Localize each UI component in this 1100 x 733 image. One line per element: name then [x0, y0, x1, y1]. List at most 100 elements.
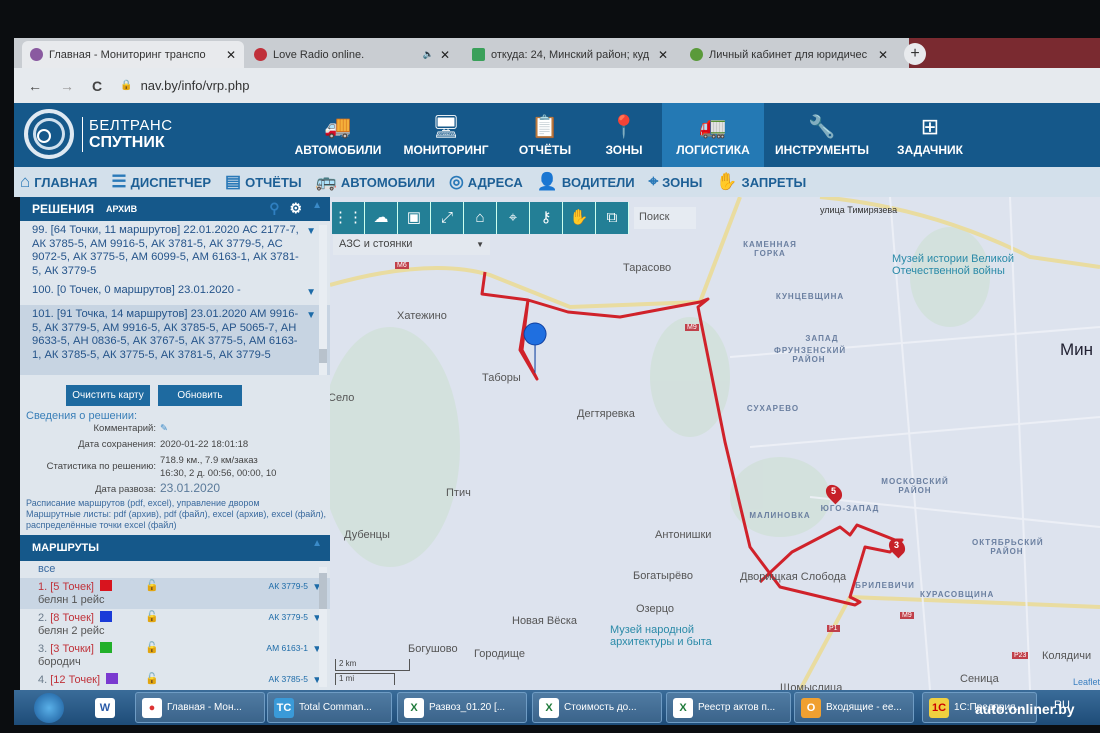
route-color-swatch[interactable]: [99, 580, 112, 591]
subnav-restrictions[interactable]: ✋ ЗАПРЕТЫ: [716, 172, 806, 192]
solution-details: Сведения о решении: Комментарий: ✎ Дата с…: [20, 406, 330, 531]
tab-love-radio[interactable]: Love Radio online. 🔈 ✕: [246, 41, 458, 68]
route-color-swatch[interactable]: [99, 611, 112, 622]
unlock-icon[interactable]: 🔓: [145, 611, 159, 624]
museum-poi[interactable]: Музей истории Великой Отечественной войн…: [892, 253, 1042, 277]
nav-cars[interactable]: 🚚 АВТОМОБИЛИ: [286, 103, 390, 167]
route-item[interactable]: 3. [3 Точки] 🔓 АМ 6163-1 ▼ бородич: [20, 640, 330, 671]
map[interactable]: ⋮⋮ ☁ ▣ ⤢ ⌂ ⌖ ⚷ ✋ ⧉ Поиск АЗС и стоянки ▼ …: [330, 197, 1100, 690]
route-item[interactable]: 4. [12 Точек] 🔓 АК 3785-5 ▼: [20, 671, 330, 689]
chevron-down-icon[interactable]: ▼: [306, 286, 316, 300]
close-tab-icon[interactable]: ✕: [226, 48, 236, 62]
subnav-reports[interactable]: ▤ ОТЧЁТЫ: [225, 172, 302, 192]
route-color-swatch[interactable]: [106, 673, 119, 684]
tab-archive[interactable]: АРХИВ: [106, 204, 137, 214]
forward-button[interactable]: →: [60, 78, 74, 94]
search-icon[interactable]: ⚲: [269, 200, 279, 217]
nav-reports[interactable]: 📋 ОТЧЁТЫ: [506, 103, 584, 167]
audio-icon[interactable]: 🔈: [423, 49, 434, 60]
attribution-link[interactable]: Leaflet: [1073, 677, 1100, 687]
clear-map-button[interactable]: Очистить карту: [66, 385, 150, 406]
subnav-zones[interactable]: ⌖ ЗОНЫ: [649, 172, 703, 192]
route-sheet-links[interactable]: Маршрутные листы: pdf (архив), pdf (файл…: [26, 509, 330, 531]
scrollbar[interactable]: [319, 567, 327, 687]
word-taskbar-icon[interactable]: W: [89, 692, 134, 723]
taskbar-item[interactable]: ● Главная - Мон...: [135, 692, 265, 723]
taskbar-item[interactable]: O Входящие - ее...: [794, 692, 914, 723]
url-input[interactable]: nav.by/info/vrp.php: [141, 78, 250, 93]
collapse-icon[interactable]: ▲: [312, 200, 322, 217]
route-points: [3 Точки]: [50, 643, 94, 655]
routes-all[interactable]: все: [20, 561, 330, 578]
close-tab-icon[interactable]: ✕: [878, 48, 888, 62]
start-button[interactable]: [34, 693, 64, 723]
nav-monitoring[interactable]: 🖥 МОНИТОРИНГ: [396, 103, 496, 167]
nav-logistics[interactable]: 🚛 ЛОГИСТИКА: [662, 103, 764, 167]
reload-button[interactable]: C: [92, 78, 102, 94]
subnav-home[interactable]: ⌂ ГЛАВНАЯ: [20, 172, 97, 192]
district-label: КУРАСОВЩИНА: [920, 590, 995, 599]
sensor-tool-button[interactable]: ⚷: [530, 202, 563, 234]
gear-icon[interactable]: ⚙: [290, 200, 303, 217]
route-number: 3.: [38, 643, 48, 655]
unlock-icon[interactable]: 🔓: [145, 673, 159, 686]
solution-item-selected[interactable]: 101. [91 Точка, 14 маршрутов] 23.01.2020…: [20, 305, 330, 375]
layers-tool-button[interactable]: ⧉: [596, 202, 629, 234]
locate-tool-button[interactable]: ⌖: [497, 202, 530, 234]
solution-item[interactable]: 100. [0 Точек, 0 маршрутов] 23.01.2020 -…: [20, 277, 330, 305]
nav-zones[interactable]: 📍 ЗОНЫ: [594, 103, 654, 167]
camera-tool-button[interactable]: ▣: [398, 202, 431, 234]
hand-tool-button[interactable]: ✋: [563, 202, 596, 234]
user-icon: 👤: [536, 172, 558, 191]
nav-tasks[interactable]: ⊞ ЗАДАЧНИК: [888, 103, 972, 167]
fullscreen-tool-button[interactable]: ⤢: [431, 202, 464, 234]
subnav-addresses[interactable]: ◎ АДРЕСА: [449, 172, 523, 192]
hand-icon: ✋: [716, 172, 738, 191]
tab-cabinet[interactable]: Личный кабинет для юридичес ✕: [682, 41, 896, 68]
cloud-tool-button[interactable]: ☁: [365, 202, 398, 234]
schedule-links[interactable]: Расписание маршрутов (pdf, excel), управ…: [26, 498, 330, 509]
layer-select[interactable]: АЗС и стоянки ▼: [333, 235, 490, 255]
taskbar-item[interactable]: X Стоимость до...: [532, 692, 662, 723]
subnav-dispatcher[interactable]: ☰ ДИСПЕТЧЕР: [111, 172, 211, 192]
map-search-input[interactable]: Поиск: [634, 207, 696, 229]
ruler-tool-button[interactable]: ⋮⋮: [332, 202, 365, 234]
chevron-down-icon[interactable]: ▼: [306, 225, 316, 239]
road-badge: P23: [1012, 652, 1029, 659]
truck-icon: 🚚: [324, 114, 352, 139]
unlock-icon[interactable]: 🔓: [145, 642, 159, 655]
close-tab-icon[interactable]: ✕: [440, 48, 450, 62]
map-label-degtyarevka: Дегтяревка: [577, 408, 635, 420]
taskbar-item[interactable]: X Развоз_01.20 [...: [397, 692, 527, 723]
scale-bar-km: 2 km: [335, 659, 410, 671]
route-number: 2.: [38, 612, 48, 624]
edit-icon[interactable]: ✎: [160, 423, 168, 434]
subnav-drivers[interactable]: 👤 ВОДИТЕЛИ: [537, 172, 635, 192]
new-tab-button[interactable]: +: [904, 43, 926, 65]
solution-item[interactable]: 99. [64 Точки, 11 маршрутов] 22.01.2020 …: [20, 221, 330, 277]
scrollbar[interactable]: [319, 225, 327, 375]
route-item[interactable]: 2. [8 Точек] 🔓 АК 3779-5 ▼ белян 2 рейс: [20, 609, 330, 640]
unlock-icon[interactable]: 🔓: [145, 580, 159, 593]
area-tool-button[interactable]: ⌂: [464, 202, 497, 234]
window-frame: [909, 38, 1100, 68]
close-tab-icon[interactable]: ✕: [658, 48, 668, 62]
chevron-down-icon[interactable]: ▼: [306, 309, 316, 323]
tab-monitoring[interactable]: Главная - Мониторинг транспо ✕: [22, 41, 244, 68]
collapse-icon[interactable]: ▲: [312, 538, 322, 549]
route-item[interactable]: 1. [5 Точек] 🔓 АК 3779-5 ▼ белян 1 рейс: [20, 578, 330, 609]
museum-poi[interactable]: Музей народной архитектуры и быта: [610, 624, 760, 648]
logo[interactable]: БЕЛТРАНС СПУТНИК: [24, 109, 173, 159]
refresh-button[interactable]: Обновить: [158, 385, 242, 406]
taskbar-item[interactable]: X Реестр актов п...: [666, 692, 791, 723]
back-button[interactable]: ←: [28, 78, 42, 94]
route-color-swatch[interactable]: [99, 642, 112, 653]
tab-solutions[interactable]: РЕШЕНИЯ: [32, 202, 94, 216]
taskbar-item[interactable]: TC Total Comman...: [267, 692, 392, 723]
district-label: ОКТЯБРЬСКИЙ РАЙОН: [972, 538, 1044, 556]
app-icon: O: [801, 697, 821, 718]
logo-text: СПУТНИК: [82, 133, 173, 152]
nav-tools[interactable]: 🔧 ИНСТРУМЕНТЫ: [766, 103, 878, 167]
subnav-cars[interactable]: 🚌 АВТОМОБИЛИ: [316, 172, 435, 192]
tab-maps[interactable]: откуда: 24, Минский район; куд ✕: [464, 41, 676, 68]
